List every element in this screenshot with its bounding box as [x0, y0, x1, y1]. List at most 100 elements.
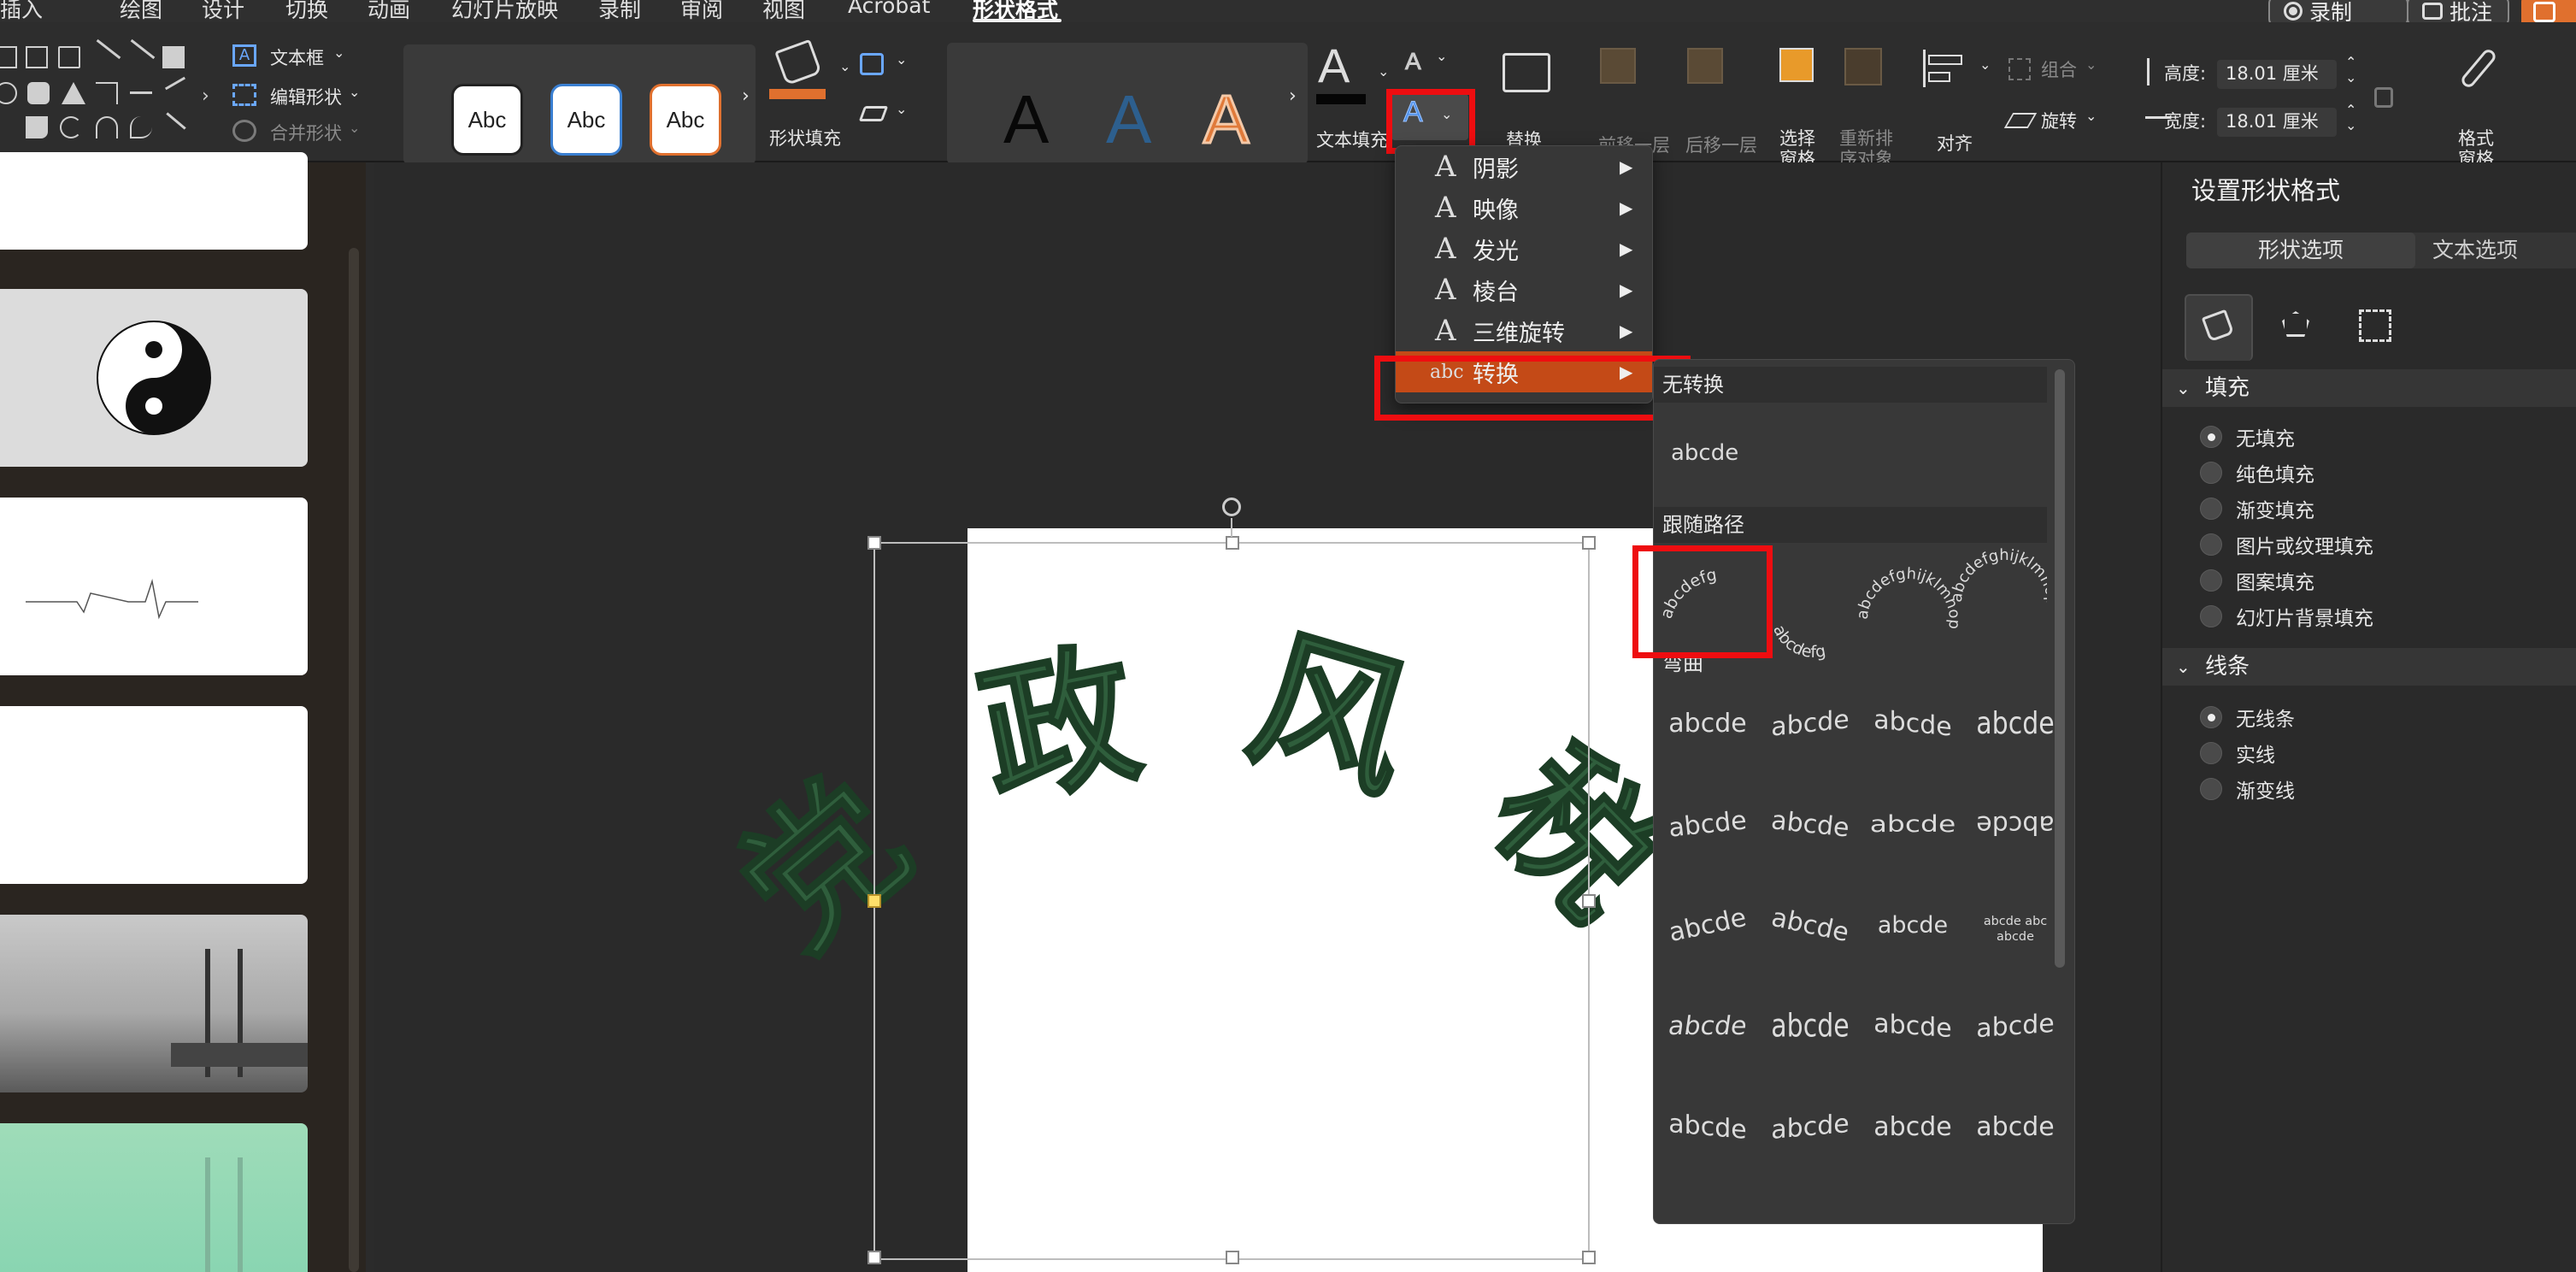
warp-option[interactable]: abcde [1661, 709, 1755, 739]
slide-thumbnail[interactable] [0, 289, 308, 467]
fill-line-tab[interactable] [2185, 294, 2253, 361]
wordart-styles-gallery[interactable]: A A A › [947, 43, 1308, 164]
shape-outline-button[interactable]: ⌄ [858, 51, 909, 85]
width-stepper-icon[interactable]: ⌃ ⌄ [2345, 103, 2356, 133]
warp-option[interactable]: abcde abc abcde [1978, 914, 2053, 944]
tab-shape-options[interactable]: 形状选项 [2186, 233, 2415, 268]
shapes-more-icon[interactable]: › [202, 85, 224, 108]
warp-option[interactable]: abcde [1871, 912, 1956, 939]
fill-option-radio[interactable]: 幻灯片背景填充 [2200, 602, 2373, 631]
warp-option[interactable]: abcde [1968, 810, 2062, 839]
lock-aspect-icon[interactable] [2374, 87, 2393, 108]
tab-transitions[interactable]: 切换 [285, 0, 328, 24]
shape-style-1[interactable]: Abc [451, 84, 523, 156]
line-diagonal-icon[interactable] [164, 76, 186, 91]
slide-thumbnail[interactable] [0, 706, 308, 884]
shape-style-2[interactable]: Abc [550, 84, 622, 156]
line-icon[interactable] [96, 38, 121, 60]
arc-icon[interactable] [96, 116, 118, 138]
tab-review[interactable]: 审阅 [680, 0, 723, 24]
warp-option[interactable]: abcde [1659, 901, 1757, 950]
rotate-button[interactable]: 旋转 ⌄ [2003, 108, 2111, 137]
warp-option[interactable]: abcde [1763, 1108, 1857, 1146]
resize-handle[interactable] [1226, 536, 1239, 550]
resize-handle[interactable] [867, 1251, 881, 1264]
tab-insert[interactable]: 插入 [0, 0, 43, 24]
size-properties-tab[interactable] [2342, 294, 2410, 361]
text-outline-button[interactable]: A ⌄ [1402, 48, 1453, 82]
warp-option[interactable]: abcde [1968, 706, 2062, 742]
align-button[interactable]: ⌄ 对齐 [1920, 46, 2000, 157]
wordart-style-blue[interactable]: A [1106, 80, 1151, 159]
slide-thumbnail[interactable] [0, 498, 308, 675]
height-input[interactable]: 18.01 厘米 [2217, 60, 2337, 89]
effects-tab[interactable] [2263, 294, 2332, 361]
fill-section-header[interactable]: ⌄ 填充 [2162, 369, 2576, 407]
rounded-rect-icon[interactable] [27, 82, 50, 104]
shape-fill-button[interactable]: ⌄ 形状填充 [768, 38, 862, 152]
fill-option-radio[interactable]: 渐变填充 [2200, 494, 2314, 523]
arrow-line-icon[interactable] [130, 38, 156, 60]
tab-animations[interactable]: 动画 [368, 0, 410, 24]
textbox-shape-icon[interactable] [26, 46, 48, 68]
warp-option[interactable]: abcde [1761, 901, 1860, 950]
warp-option[interactable]: abcde [1968, 1008, 2062, 1045]
fill-option-radio[interactable]: 纯色填充 [2200, 458, 2314, 487]
tab-text-options[interactable]: 文本选项 [2432, 233, 2518, 268]
warp-option[interactable]: abcde [1861, 811, 1965, 839]
warp-option[interactable]: abcde [1866, 1112, 1960, 1142]
warp-option[interactable]: abcde [1866, 1008, 1960, 1045]
tab-record[interactable]: 录制 [598, 0, 641, 24]
adjust-handle[interactable] [867, 894, 881, 908]
shape-effects-button[interactable]: ⌄ [858, 101, 909, 135]
snip-rect-icon[interactable] [26, 116, 48, 138]
wordart-style-orange[interactable]: A [1202, 80, 1250, 159]
fill-option-radio[interactable]: 无填充 [2200, 422, 2295, 451]
line-option-radio[interactable]: 实线 [2200, 739, 2275, 768]
resize-handle[interactable] [1582, 1251, 1596, 1264]
slide-thumbnail[interactable] [0, 1123, 308, 1272]
warp-option[interactable]: abcde [1659, 804, 1756, 844]
transform-gallery-scrollbar[interactable] [2055, 369, 2065, 968]
resize-handle[interactable] [1582, 536, 1596, 550]
follow-path-circle[interactable]: abcdefghijklmnop [1854, 565, 1963, 630]
resize-handle[interactable] [1582, 894, 1596, 908]
shape-styles-gallery[interactable]: Abc Abc Abc › [403, 44, 756, 164]
wordart-style-black[interactable]: A [1003, 80, 1049, 159]
shape-selection-box[interactable] [867, 498, 1596, 1264]
warp-option[interactable]: abcde [1659, 1011, 1757, 1041]
fill-option-radio[interactable]: 图案填充 [2200, 566, 2314, 595]
elbow-connector-icon[interactable] [96, 82, 118, 104]
rotate-handle-icon[interactable] [1222, 498, 1241, 516]
gallery-more-icon[interactable]: › [742, 85, 750, 107]
menu-item-3d-rotation[interactable]: A 三维旋转 ▶ [1396, 310, 1654, 351]
follow-path-button[interactable]: abcdefghijklmnop [1948, 546, 2047, 606]
menu-item-shadow[interactable]: A 阴影 ▶ [1396, 146, 1654, 187]
thumbnail-scrollbar[interactable] [349, 248, 359, 1272]
oval-shape-icon[interactable] [0, 82, 17, 104]
tab-draw[interactable]: 绘图 [120, 0, 162, 24]
fill-option-radio[interactable]: 图片或纹理填充 [2200, 530, 2373, 559]
warp-option[interactable]: abcde [1763, 704, 1857, 744]
width-input[interactable]: 18.01 厘米 [2217, 108, 2337, 137]
warp-option[interactable]: abcde [1661, 1108, 1755, 1146]
triangle-icon[interactable] [62, 82, 85, 104]
slide-thumbnail[interactable] [0, 152, 308, 250]
resize-handle[interactable] [1226, 1251, 1239, 1264]
filled-rect-icon[interactable] [162, 46, 185, 68]
warp-option[interactable]: abcde [1763, 1008, 1857, 1045]
menu-item-reflection[interactable]: A 映像 ▶ [1396, 187, 1654, 228]
no-transform-option[interactable]: abcde [1671, 440, 1738, 466]
menu-item-bevel[interactable]: A 棱台 ▶ [1396, 269, 1654, 310]
warp-option[interactable]: abcde [1866, 704, 1960, 744]
tab-design[interactable]: 设计 [202, 0, 244, 24]
freeform-icon[interactable] [60, 116, 82, 138]
shapes-gallery[interactable]: › [0, 22, 222, 142]
warp-option[interactable]: abcde [1968, 1112, 2062, 1142]
line-option-radio[interactable]: 渐变线 [2200, 774, 2295, 804]
height-stepper-icon[interactable]: ⌃ ⌄ [2345, 55, 2356, 85]
tab-acrobat[interactable]: Acrobat [848, 0, 930, 18]
shape-style-3[interactable]: Abc [650, 84, 721, 156]
line-section-header[interactable]: ⌄ 线条 [2162, 648, 2576, 686]
arrow-right-icon[interactable] [130, 82, 152, 94]
